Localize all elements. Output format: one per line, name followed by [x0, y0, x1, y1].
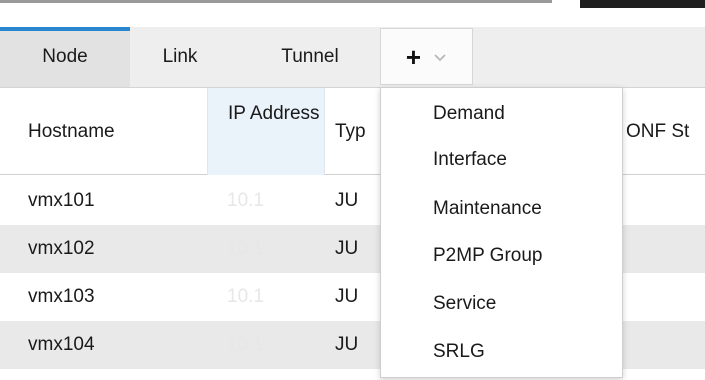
- chevron-down-icon: [434, 53, 446, 61]
- cell-ip-address: 10.1: [227, 190, 264, 211]
- cell-type: JU: [335, 286, 359, 307]
- tab-link[interactable]: Link: [140, 27, 220, 87]
- tab-link-label: Link: [162, 46, 198, 67]
- cell-hostname: vmx103: [28, 286, 95, 307]
- menu-item-demand[interactable]: Demand: [381, 92, 622, 136]
- column-header-ip-address[interactable]: IP Address: [207, 88, 325, 175]
- tab-node-label: Node: [42, 46, 88, 67]
- column-header-label: Typ: [335, 120, 366, 142]
- column-header-label: Hostname: [28, 120, 115, 142]
- top-divider: [0, 0, 552, 3]
- cell-hostname: vmx102: [28, 238, 95, 259]
- active-tab-indicator: [0, 27, 130, 31]
- column-header-type[interactable]: Typ: [335, 88, 375, 175]
- cell-hostname: vmx104: [28, 334, 95, 355]
- menu-item-service[interactable]: Service: [381, 282, 622, 326]
- menu-item-p2mp-group[interactable]: P2MP Group: [381, 234, 622, 278]
- column-header-label: ONF St: [626, 120, 690, 142]
- top-dark-edge: [580, 0, 705, 8]
- plus-icon: +: [405, 41, 422, 72]
- cell-ip-address: 10.1: [227, 286, 264, 307]
- menu-item-maintenance[interactable]: Maintenance: [381, 187, 622, 231]
- cell-type: JU: [335, 238, 359, 259]
- cell-type: JU: [335, 334, 359, 355]
- add-dropdown-menu: Demand Interface Maintenance P2MP Group …: [380, 87, 623, 378]
- window-top-strip: [0, 0, 705, 27]
- tab-tunnel-label: Tunnel: [281, 46, 339, 67]
- tab-node[interactable]: Node: [0, 27, 130, 87]
- tab-tunnel[interactable]: Tunnel: [245, 27, 375, 87]
- cell-ip-address: 10.1: [227, 238, 264, 259]
- column-header-hostname[interactable]: Hostname: [28, 88, 208, 175]
- cell-ip-address: 10.1: [227, 334, 264, 355]
- add-tab-dropdown-button[interactable]: +: [380, 28, 473, 85]
- menu-item-interface[interactable]: Interface: [381, 138, 622, 182]
- cell-type: JU: [335, 190, 359, 211]
- menu-item-srlg[interactable]: SRLG: [381, 330, 622, 374]
- tab-bar: Node Link Tunnel +: [0, 27, 705, 88]
- cell-hostname: vmx101: [28, 190, 95, 211]
